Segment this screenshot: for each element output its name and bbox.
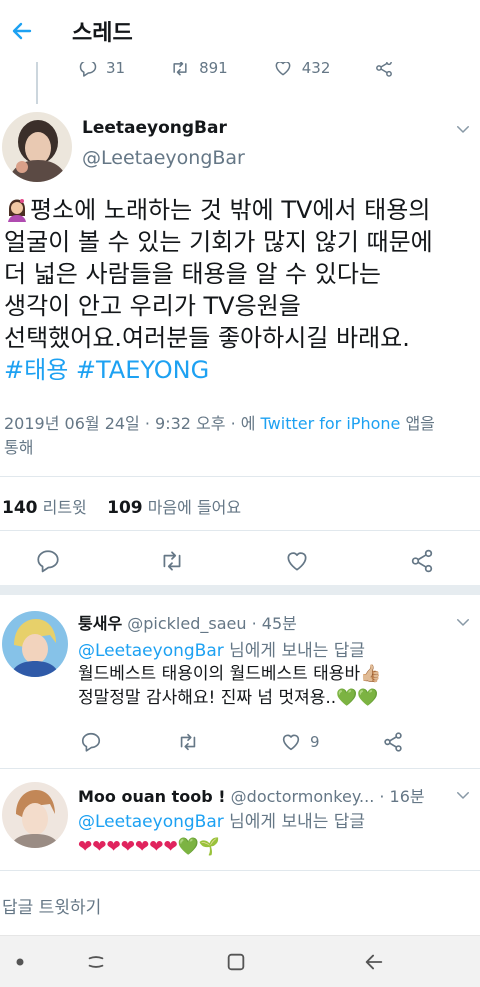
retweet-icon (163, 551, 181, 571)
reply-button[interactable] (80, 731, 102, 753)
top-bar: 스레드 (0, 0, 480, 62)
display-name[interactable]: 퉁새우 (78, 614, 122, 633)
reply-to-suffix: 님에게 보내는 답글 (223, 812, 366, 832)
retweet-count[interactable]: 140 (2, 498, 38, 518)
chevron-down-icon (457, 126, 469, 133)
home-button[interactable] (224, 950, 248, 974)
reply-to: @LeetaeyongBar 님에게 보내는 답글 (78, 636, 365, 661)
avatar[interactable] (2, 782, 68, 848)
tweet-text-line-2: 얼굴이 볼 수 있는 기회가 많지 않기 때문에 (4, 228, 433, 256)
display-name[interactable]: LeetaeyongBar (82, 118, 227, 138)
thumbs-up-emoji: 👍🏼 (360, 664, 382, 684)
tweet-text-line-1: 평소에 노래하는 것 밖에 TV에서 태용의 (30, 196, 431, 224)
reply-text: 월드베스트 태용이의 월드베스트 태용바👍🏼 정말정말 감사해요! 진짜 넘 멋… (78, 662, 381, 710)
tweet-stats: 140 리트윗 109 마음에 들어요 (2, 494, 241, 518)
chevron-down-icon (457, 619, 469, 626)
dot-icon (16, 958, 24, 966)
like-count: 9 (310, 733, 320, 751)
retweet-button[interactable] (176, 731, 200, 753)
reply-to-suffix: 님에게 보내는 답글 (223, 641, 366, 661)
share-button[interactable] (382, 731, 404, 753)
green-hearts-emoji: 💚💚 (336, 688, 379, 708)
tweet-text-line-4: 생각이 안고 우리가 TV응원을 (4, 292, 301, 320)
user-handle[interactable]: @pickled_saeu (127, 614, 246, 633)
divider (0, 870, 480, 871)
reply-actions: 9 (78, 731, 478, 757)
tweet-text-line-3: 더 넓은 사람들을 태용을 알 수 있다는 (4, 260, 381, 288)
share-icon (411, 549, 433, 573)
timestamp: 2019년 06월 24일 · 9:32 오후 · 에 (4, 414, 261, 433)
reply-text-line-2: 정말정말 감사해요! 진짜 넘 멋져용.. (78, 688, 337, 708)
section-separator (0, 585, 480, 595)
page-title: 스레드 (72, 21, 133, 46)
avatar[interactable] (2, 112, 72, 182)
recent-apps-icon (88, 956, 104, 968)
system-navigation-bar (0, 935, 480, 987)
thread-line (36, 62, 38, 104)
share-button[interactable] (407, 546, 437, 576)
divider (0, 476, 480, 477)
girl-emoji-icon (8, 199, 26, 222)
like-count[interactable]: 109 (107, 498, 143, 518)
retweet-icon (180, 733, 196, 751)
like-label[interactable]: 마음에 들어요 (148, 498, 241, 517)
green-heart-sprout-emoji: 💚🌱 (177, 837, 221, 857)
back-arrow-icon (12, 22, 32, 40)
reply-header: Moo ouan toob ! @doctormonkey... · 16분 (78, 783, 425, 807)
timestamp: · 16분 (379, 787, 425, 806)
red-hearts-emoji: ❤❤❤❤❤❤❤ (78, 837, 178, 857)
share-icon (384, 732, 402, 752)
back-arrow-icon (365, 954, 383, 970)
reply-tweet[interactable]: 퉁새우 @pickled_saeu · 45분 @LeetaeyongBar 님… (0, 595, 480, 767)
tweet-menu-button[interactable] (454, 613, 472, 631)
chevron-down-icon (457, 792, 469, 799)
home-square-icon (227, 953, 245, 971)
back-nav-button[interactable] (362, 950, 386, 974)
reply-icon (81, 732, 101, 752)
reply-button[interactable] (33, 546, 63, 576)
tweet-actions (0, 546, 480, 578)
hashtags[interactable]: #태용 #TAEYONG (4, 354, 476, 386)
reply-to-handle[interactable]: @LeetaeyongBar (78, 812, 224, 832)
reply-tweet[interactable]: Moo ouan toob ! @doctormonkey... · 16분 @… (0, 769, 480, 865)
source-link[interactable]: Twitter for iPhone (261, 414, 401, 433)
tweet-meta: 2019년 06월 24일 · 9:32 오후 · 에 Twitter for … (4, 412, 474, 460)
heart-icon (287, 552, 307, 571)
reply-text: ❤❤❤❤❤❤❤💚🌱 (78, 835, 220, 859)
display-name[interactable]: Moo ouan toob ! (78, 787, 226, 806)
tweet-menu-button[interactable] (454, 120, 472, 138)
like-button[interactable]: 9 (280, 731, 320, 753)
source-suffix-2: 통해 (4, 438, 34, 457)
like-button[interactable] (282, 546, 312, 576)
back-button[interactable] (2, 11, 42, 51)
heart-icon (282, 734, 300, 751)
reply-icon (37, 550, 59, 573)
retweet-button[interactable] (157, 546, 187, 576)
reply-to: @LeetaeyongBar 님에게 보내는 답글 (78, 807, 365, 832)
divider (0, 530, 480, 531)
source-suffix: 앱을 (400, 414, 435, 433)
avatar[interactable] (2, 611, 68, 677)
reply-text-line-1: 월드베스트 태용이의 월드베스트 태용바 (78, 664, 361, 684)
user-handle[interactable]: @doctormonkey... (231, 787, 375, 806)
tweet-text: 평소에 노래하는 것 밖에 TV에서 태용의 얼굴이 볼 수 있는 기회가 많지… (4, 194, 476, 386)
retweet-label[interactable]: 리트윗 (43, 498, 87, 517)
user-handle[interactable]: @LeetaeyongBar (82, 147, 245, 169)
reply-header: 퉁새우 @pickled_saeu · 45분 (78, 610, 297, 634)
recent-apps-button[interactable] (84, 950, 108, 974)
reply-compose-prompt[interactable]: 답글 트윗하기 (2, 893, 101, 918)
tweet-text-line-5: 선택했어요.여러분들 좋아하시길 바래요. (4, 324, 410, 352)
reply-to-handle[interactable]: @LeetaeyongBar (78, 641, 224, 661)
tweet-menu-button[interactable] (454, 786, 472, 804)
dot-indicator (8, 950, 32, 974)
timestamp: · 45분 (251, 614, 297, 633)
